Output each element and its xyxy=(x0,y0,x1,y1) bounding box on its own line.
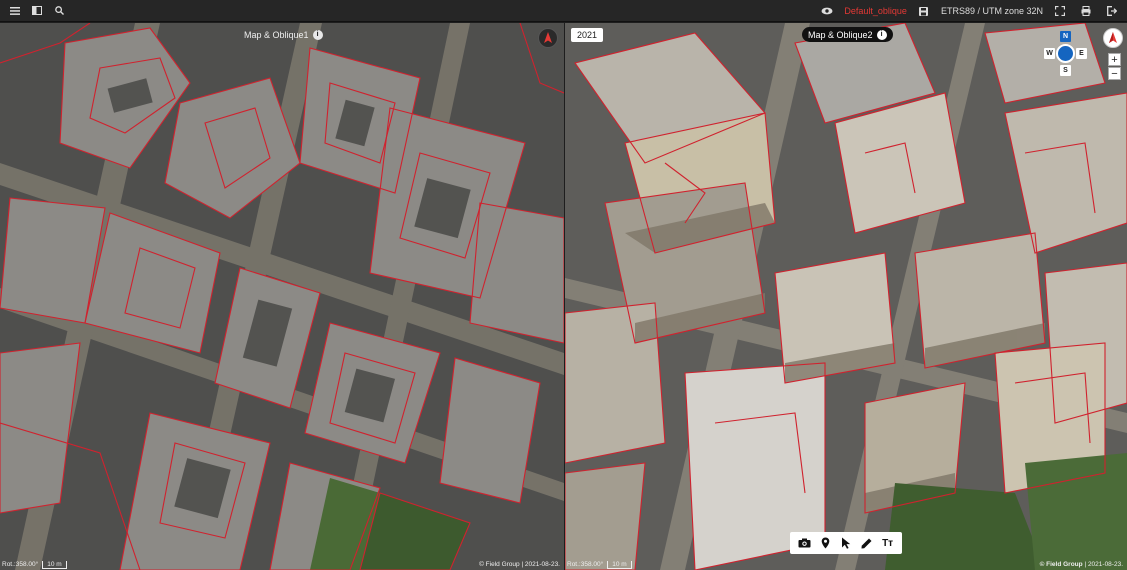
drawing-toolbar: Tт xyxy=(790,532,902,554)
oblique-image-right[interactable] xyxy=(565,23,1127,570)
copyright-text: © Field Group | 2021-08-23. xyxy=(1040,561,1123,568)
top-toolbar: Default_oblique ETRS89 / UTM zone 32N xyxy=(0,0,1127,22)
status-bar-right: Rot.:358.00° 10 m © Field Group | 2021-0… xyxy=(565,559,1127,570)
globe-icon[interactable] xyxy=(1056,44,1075,63)
exit-icon[interactable] xyxy=(1103,2,1121,20)
zoom-out-button[interactable]: − xyxy=(1108,67,1121,80)
text-tool-button[interactable]: Tт xyxy=(880,535,896,551)
direction-south-button[interactable]: S xyxy=(1060,65,1071,76)
compass-icon[interactable] xyxy=(1103,28,1123,48)
direction-west-button[interactable]: W xyxy=(1044,48,1055,59)
copyright-date: | 2021-08-23. xyxy=(1082,561,1123,568)
camera-icon[interactable] xyxy=(796,535,812,551)
image-year-badge[interactable]: 2021 xyxy=(571,28,604,42)
info-icon[interactable]: i xyxy=(876,29,887,40)
map-view-right[interactable]: 2021 Map & Oblique2 i N W E S + − Tт Rot… xyxy=(565,23,1127,570)
view-title-right: Map & Oblique2 xyxy=(808,29,873,40)
oblique-direction-navigator: N W E S xyxy=(1043,31,1089,77)
map-view-left[interactable]: Map & Oblique1 i Rot.:358.00° 10 m © Fie… xyxy=(0,23,564,570)
view-label-right: Map & Oblique2 i xyxy=(802,27,893,42)
copyright-owner: © Field Group xyxy=(1039,561,1083,568)
pen-icon[interactable] xyxy=(859,535,875,551)
save-icon[interactable] xyxy=(915,2,933,20)
active-layer-name[interactable]: Default_oblique xyxy=(844,6,907,16)
scale-bar: 10 m xyxy=(42,560,67,569)
crs-label[interactable]: ETRS89 / UTM zone 32N xyxy=(941,6,1043,16)
status-bar-left: Rot.:358.00° 10 m © Field Group | 2021-0… xyxy=(0,559,564,570)
rotation-readout: Rot.:358.00° xyxy=(2,561,39,568)
direction-north-button[interactable]: N xyxy=(1060,31,1071,42)
view-label-left: Map & Oblique1 i xyxy=(238,27,329,42)
direction-east-button[interactable]: E xyxy=(1076,48,1087,59)
zoom-in-button[interactable]: + xyxy=(1108,53,1121,66)
pointer-icon[interactable] xyxy=(838,535,854,551)
search-icon[interactable] xyxy=(50,2,68,20)
panel-toggle-icon[interactable] xyxy=(28,2,46,20)
scale-bar: 10 m xyxy=(607,560,632,569)
compass-icon[interactable] xyxy=(538,28,558,48)
eye-icon[interactable] xyxy=(818,2,836,20)
view-title-left: Map & Oblique1 xyxy=(244,29,309,40)
fullscreen-icon[interactable] xyxy=(1051,2,1069,20)
aerial-map-left[interactable] xyxy=(0,23,564,570)
hamburger-icon[interactable] xyxy=(6,2,24,20)
copyright-text: © Field Group | 2021-08-23. xyxy=(479,561,560,568)
info-icon[interactable]: i xyxy=(312,29,323,40)
rotation-readout: Rot.:358.00° xyxy=(567,561,604,568)
print-icon[interactable] xyxy=(1077,2,1095,20)
location-pin-icon[interactable] xyxy=(817,535,833,551)
